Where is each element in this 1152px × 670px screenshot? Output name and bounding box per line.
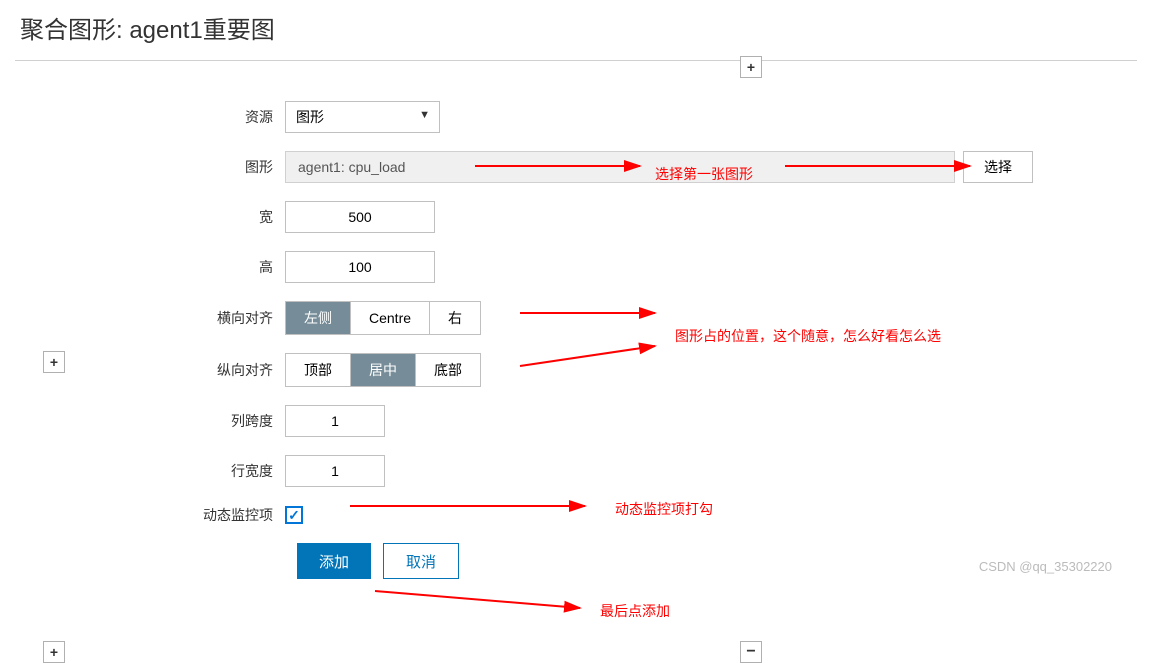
row-valign: 纵向对齐 顶部 居中 底部 <box>45 353 1137 387</box>
row-dynamic: 动态监控项 <box>45 505 1137 525</box>
label-width: 宽 <box>45 207 285 227</box>
valign-group: 顶部 居中 底部 <box>285 353 481 387</box>
rowspan-input[interactable] <box>285 455 385 487</box>
add-left-button[interactable]: + <box>43 351 65 373</box>
row-colspan: 列跨度 <box>45 405 1137 437</box>
label-valign: 纵向对齐 <box>45 360 285 380</box>
add-top-button[interactable]: + <box>740 56 762 78</box>
row-graph: 图形 agent1: cpu_load 选择 <box>45 151 1137 183</box>
height-input[interactable] <box>285 251 435 283</box>
remove-button[interactable]: − <box>740 641 762 663</box>
dynamic-checkbox[interactable] <box>285 506 303 524</box>
label-height: 高 <box>45 257 285 277</box>
row-resource: 资源 图形 <box>45 101 1137 133</box>
width-input[interactable] <box>285 201 435 233</box>
row-height: 高 <box>45 251 1137 283</box>
form-frame: + + + − 资源 图形 图形 agent1: cpu_load 选择 宽 高… <box>15 60 1137 579</box>
valign-bottom[interactable]: 底部 <box>416 354 480 386</box>
form-area: 资源 图形 图形 agent1: cpu_load 选择 宽 高 横向对齐 左侧 <box>45 101 1137 579</box>
label-resource: 资源 <box>45 107 285 127</box>
row-halign: 横向对齐 左侧 Centre 右 <box>45 301 1137 335</box>
valign-top[interactable]: 顶部 <box>286 354 351 386</box>
halign-group: 左侧 Centre 右 <box>285 301 481 335</box>
label-colspan: 列跨度 <box>45 411 285 431</box>
halign-centre[interactable]: Centre <box>351 302 430 334</box>
row-rowspan: 行宽度 <box>45 455 1137 487</box>
add-bottom-left-button[interactable]: + <box>43 641 65 663</box>
colspan-input[interactable] <box>285 405 385 437</box>
label-halign: 横向对齐 <box>45 308 285 328</box>
label-dynamic: 动态监控项 <box>45 505 285 525</box>
label-rowspan: 行宽度 <box>45 461 285 481</box>
graph-display: agent1: cpu_load <box>285 151 955 183</box>
page-title: 聚合图形: agent1重要图 <box>0 0 1152 60</box>
resource-select[interactable]: 图形 <box>285 101 440 133</box>
cancel-button[interactable]: 取消 <box>383 543 459 579</box>
arrow-icon <box>370 586 590 616</box>
row-width: 宽 <box>45 201 1137 233</box>
halign-right[interactable]: 右 <box>430 302 480 334</box>
halign-left[interactable]: 左侧 <box>286 302 351 334</box>
valign-middle[interactable]: 居中 <box>351 354 416 386</box>
watermark: CSDN @qq_35302220 <box>979 559 1112 574</box>
annotation-add: 最后点添加 <box>600 601 670 621</box>
add-button[interactable]: 添加 <box>297 543 371 579</box>
label-graph: 图形 <box>45 157 285 177</box>
select-graph-button[interactable]: 选择 <box>963 151 1033 183</box>
